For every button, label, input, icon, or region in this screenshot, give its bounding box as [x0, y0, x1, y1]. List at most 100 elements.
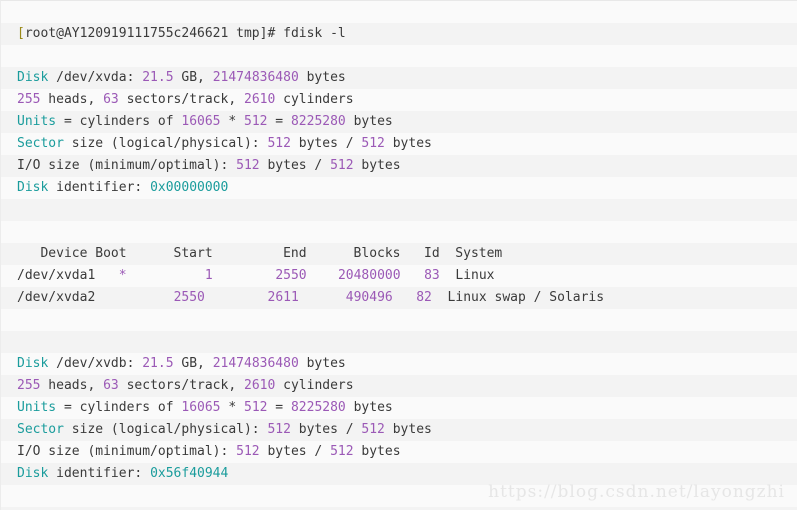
- bytes-word: bytes: [298, 356, 346, 371]
- units-eq-cyl: = cylinders of: [56, 400, 182, 415]
- partition-blocks: 20480000: [337, 268, 401, 283]
- bytes-word: bytes: [298, 70, 346, 85]
- sector-physical-size: 512: [361, 422, 385, 437]
- units-total-bytes: 8225280: [290, 114, 346, 129]
- heads-count: 255: [17, 378, 41, 393]
- partition-device-2: /dev/xvda2: [17, 290, 96, 305]
- sector-mid: bytes /: [290, 422, 362, 437]
- sector-size-label: size (logical/physical):: [63, 136, 268, 151]
- sectors-word: sectors/track,: [118, 378, 244, 393]
- partition-system: Linux: [455, 268, 495, 283]
- sector-keyword: Sector: [17, 422, 64, 437]
- watermark-text: https://blog.csdn.net/layongzhi: [488, 482, 785, 502]
- partition-device: /dev/xvda1: [17, 268, 96, 283]
- disk-keyword: Disk: [17, 356, 49, 371]
- partition-table-header: Device Boot Start End Blocks Id System: [1, 243, 797, 265]
- io-size-line: I/O size (minimum/optimal): 512 bytes / …: [1, 155, 797, 177]
- io-size-label: I/O size (minimum/optimal):: [17, 158, 237, 173]
- table-row: /dev/xvda2 2550 2611 490496 82 Linux swa…: [1, 287, 797, 309]
- disk-identifier-keyword: Disk: [17, 180, 49, 195]
- sector-physical-size: 512: [361, 136, 385, 151]
- disk-summary-line: Disk /dev/xvda: 21.5 GB, 21474836480 byt…: [1, 67, 797, 89]
- table-row: /dev/xvda1 * 1 2550 20480000 83 Linux: [1, 265, 797, 287]
- terminal-output-block: [root@AY120919111755c246621 tmp]# fdisk …: [0, 0, 797, 510]
- disk-size-bytes: 21474836480: [212, 356, 299, 371]
- heads-word: heads,: [40, 92, 104, 107]
- partition-table-header-text: Device Boot Start End Blocks Id System: [17, 246, 503, 261]
- io-mid: bytes /: [259, 444, 331, 459]
- prompt-user-host: root@AY120919111755c246621 tmp: [24, 26, 260, 41]
- sector-size-line: Sector size (logical/physical): 512 byte…: [1, 133, 797, 155]
- sector-mid: bytes /: [290, 136, 362, 151]
- units-bytes-word: bytes: [345, 400, 393, 415]
- units-equals: =: [267, 400, 291, 415]
- cylinders-count: 2610: [244, 92, 276, 107]
- units-eq-cyl: = cylinders of: [56, 114, 182, 129]
- sector-tail: bytes: [384, 422, 432, 437]
- disk-units-line: Units = cylinders of 16065 * 512 = 82252…: [1, 397, 797, 419]
- cylinders-word: cylinders: [275, 92, 354, 107]
- units-keyword: Units: [17, 114, 57, 129]
- heads-word: heads,: [40, 378, 104, 393]
- disk-geometry-line: 255 heads, 63 sectors/track, 2610 cylind…: [1, 375, 797, 397]
- sectors-count: 63: [103, 378, 119, 393]
- disk-identifier-label: identifier:: [48, 466, 151, 481]
- units-bytes-word: bytes: [345, 114, 393, 129]
- sector-size-label: size (logical/physical):: [63, 422, 268, 437]
- units-cylinder-size: 16065: [181, 400, 221, 415]
- disk-keyword: Disk: [17, 70, 49, 85]
- sector-size-line: Sector size (logical/physical): 512 byte…: [1, 419, 797, 441]
- partition-blocks: 490496: [345, 290, 393, 305]
- terminal-code-layer: [root@AY120919111755c246621 tmp]# fdisk …: [1, 1, 797, 510]
- sector-keyword: Sector: [17, 136, 64, 151]
- units-multiply: *: [220, 114, 244, 129]
- sectors-count: 63: [103, 92, 119, 107]
- partition-end: 2611: [267, 290, 299, 305]
- disk-device: /dev/xvdb:: [48, 356, 143, 371]
- disk-size-bytes: 21474836480: [212, 70, 299, 85]
- io-minimum-size: 512: [236, 158, 260, 173]
- units-total-bytes: 8225280: [290, 400, 346, 415]
- disk-geometry-line: 255 heads, 63 sectors/track, 2610 cylind…: [1, 89, 797, 111]
- io-size-line: I/O size (minimum/optimal): 512 bytes / …: [1, 441, 797, 463]
- partition-boot-flag: *: [118, 268, 127, 283]
- sector-tail: bytes: [384, 136, 432, 151]
- units-sector-size: 512: [244, 400, 268, 415]
- partition-start: 2550: [173, 290, 205, 305]
- disk-device: /dev/xvda:: [48, 70, 143, 85]
- units-multiply: *: [220, 400, 244, 415]
- cylinders-word: cylinders: [275, 378, 354, 393]
- prompt-line: [root@AY120919111755c246621 tmp]# fdisk …: [1, 23, 797, 45]
- io-tail: bytes: [353, 444, 401, 459]
- units-keyword: Units: [17, 400, 57, 415]
- io-mid: bytes /: [259, 158, 331, 173]
- disk-identifier-value: 0x00000000: [150, 180, 229, 195]
- disk-summary-line: Disk /dev/xvdb: 21.5 GB, 21474836480 byt…: [1, 353, 797, 375]
- prompt-open-bracket: [: [17, 26, 25, 41]
- io-minimum-size: 512: [236, 444, 260, 459]
- sector-logical-size: 512: [267, 136, 291, 151]
- sector-logical-size: 512: [267, 422, 291, 437]
- heads-count: 255: [17, 92, 41, 107]
- cylinders-count: 2610: [244, 378, 276, 393]
- disk-identifier-keyword: Disk: [17, 466, 49, 481]
- disk-identifier-line: Disk identifier: 0x00000000: [1, 177, 797, 199]
- io-optimal-size: 512: [330, 158, 354, 173]
- partition-start: 1: [204, 268, 213, 283]
- disk-size-unit: GB,: [173, 70, 213, 85]
- units-equals: =: [267, 114, 291, 129]
- sectors-word: sectors/track,: [118, 92, 244, 107]
- disk-identifier-value: 0x56f40944: [150, 466, 229, 481]
- partition-end: 2550: [275, 268, 307, 283]
- partition-id: 83: [424, 268, 440, 283]
- io-tail: bytes: [353, 158, 401, 173]
- prompt-command: fdisk -l: [283, 26, 346, 41]
- prompt-close-bracket: ]#: [259, 26, 284, 41]
- partition-id: 82: [416, 290, 432, 305]
